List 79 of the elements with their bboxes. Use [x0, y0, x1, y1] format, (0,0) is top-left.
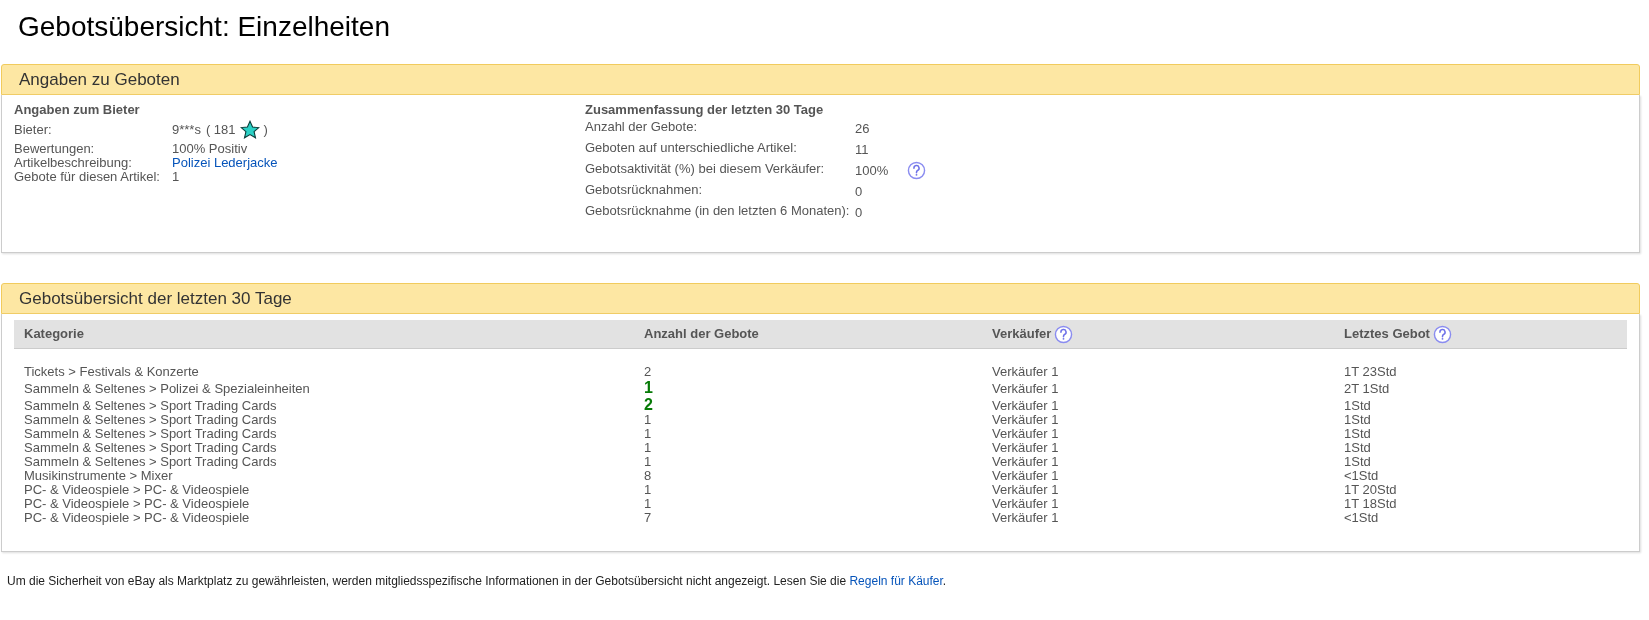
table-cell-text: Verkäufer 1 — [992, 455, 1060, 469]
column-header: Kategorie — [24, 325, 84, 344]
table-cell-text: Sammeln & Seltenes > Sport Trading Cards — [24, 455, 278, 469]
table-cell-text: <1Std — [1344, 511, 1380, 525]
panel-title: Angaben zu Geboten — [19, 68, 180, 91]
table-cell-text: PC- & Videospiele > PC- & Videospiele — [24, 497, 251, 511]
table-cell-text: Verkäufer 1 — [992, 382, 1060, 396]
section-heading: Zusammenfassung der letzten 30 Tage — [585, 102, 825, 118]
field-label: Bewertungen: — [14, 142, 96, 156]
column-header: Anzahl der Gebote — [644, 325, 759, 344]
table-cell-text: 1Std — [1344, 441, 1372, 455]
table-cell-text: Verkäufer 1 — [992, 497, 1060, 511]
table-cell-text: Verkäufer 1 — [992, 441, 1060, 455]
field-label: Gebotsrücknahmen: — [585, 180, 704, 199]
item-link[interactable]: Polizei Lederjacke — [172, 156, 278, 170]
field-label: Geboten auf unterschiedliche Artikel: — [585, 138, 798, 157]
footer-note: Um die Sicherheit von eBay als Marktplatz zu gewährleisten, werden mitgliedsspezifische Informationen in der Gebotsübersicht nicht angezeigt. Lesen Sie die Regeln für Käufer. — [6, 573, 948, 590]
table-cell-text: 1Std — [1344, 455, 1372, 469]
field-label: Gebote für diesen Artikel: — [14, 170, 161, 184]
table-cell-text: <1Std — [1344, 469, 1380, 483]
table-cell-text: Sammeln & Seltenes > Sport Trading Cards — [24, 413, 278, 427]
table-cell-text: Sammeln & Seltenes > Polizei & Spezialeinheiten — [24, 382, 311, 396]
help-icon[interactable] — [1432, 324, 1452, 344]
field-value: 100% Positiv — [172, 142, 248, 156]
table-cell-text: Verkäufer 1 — [992, 483, 1060, 497]
table-cell-text: Verkäufer 1 — [992, 365, 1060, 379]
table-cell-text: 1Std — [1344, 413, 1372, 427]
column-header: Verkäufer — [992, 325, 1052, 344]
table-cell-text: 1 — [644, 379, 654, 396]
field-value: 1 — [172, 170, 180, 184]
table-cell-text: Verkäufer 1 — [992, 469, 1060, 483]
table-cell-text: PC- & Videospiele > PC- & Videospiele — [24, 483, 251, 497]
table-cell-text: 1 — [644, 427, 653, 441]
rules-link[interactable]: Regeln für Käufer — [849, 574, 943, 588]
table-cell-text: Verkäufer 1 — [992, 413, 1060, 427]
table-cell-text: Verkäufer 1 — [992, 427, 1060, 441]
table-cell-text: 1T 20Std — [1344, 483, 1398, 497]
table-cell-text: Verkäufer 1 — [992, 511, 1060, 525]
page-title: Gebotsübersicht: Einzelheiten — [18, 10, 391, 44]
table-cell-text: 1 — [644, 455, 653, 469]
table-cell-text: 8 — [644, 469, 653, 483]
table-cell-text: Sammeln & Seltenes > Sport Trading Cards — [24, 399, 278, 413]
table-cell-text: 2 — [644, 365, 653, 379]
table-cell-text: Tickets > Festivals & Konzerte — [24, 365, 200, 379]
section-heading: Angaben zum Bieter — [14, 102, 141, 118]
field-label: Gebotsrücknahme (in den letzten 6 Monaten): — [585, 201, 851, 220]
table-cell-text: 1 — [644, 441, 653, 455]
field-value: 0 — [855, 182, 864, 201]
table-cell-text: 1Std — [1344, 399, 1372, 413]
table-cell-text: PC- & Videospiele > PC- & Videospiele — [24, 511, 251, 525]
field-label: Bieter: — [14, 121, 53, 140]
field-label: Gebotsaktivität (%) bei diesem Verkäufer: — [585, 159, 826, 178]
table-cell-text: 2T 1Std — [1344, 382, 1391, 396]
table-cell-text: 1T 18Std — [1344, 497, 1398, 511]
table-cell-text: Musikinstrumente > Mixer — [24, 469, 173, 483]
table-cell-text: Verkäufer 1 — [992, 399, 1060, 413]
column-header: Letztes Gebot — [1344, 325, 1430, 344]
field-label: Anzahl der Gebote: — [585, 117, 699, 136]
feedback-score: ( 181 — [205, 121, 236, 140]
field-value: 0 — [855, 203, 864, 222]
field-value: 26 — [855, 119, 871, 138]
bidder-name: 9***s — [172, 121, 201, 140]
table-cell-text: 1T 23Std — [1344, 365, 1398, 379]
table-cell-text: 2 — [644, 396, 654, 413]
table-cell-text: 1 — [644, 497, 653, 511]
table-cell-text: 1Std — [1344, 427, 1372, 441]
help-icon[interactable] — [907, 161, 926, 180]
table-cell-text: 7 — [644, 511, 653, 525]
panel-title: Gebotsübersicht der letzten 30 Tage — [19, 287, 292, 310]
field-label: Artikelbeschreibung: — [14, 156, 133, 170]
star-icon — [239, 120, 260, 140]
table-cell-text: Sammeln & Seltenes > Sport Trading Cards — [24, 427, 278, 441]
field-value: 11 — [855, 140, 870, 159]
help-icon[interactable] — [1054, 324, 1074, 344]
feedback-score: ) — [263, 121, 268, 140]
table-cell-text: Sammeln & Seltenes > Sport Trading Cards — [24, 441, 278, 455]
field-value: 100% — [855, 161, 890, 180]
table-cell-text: 1 — [644, 413, 653, 427]
table-cell-text: 1 — [644, 483, 653, 497]
